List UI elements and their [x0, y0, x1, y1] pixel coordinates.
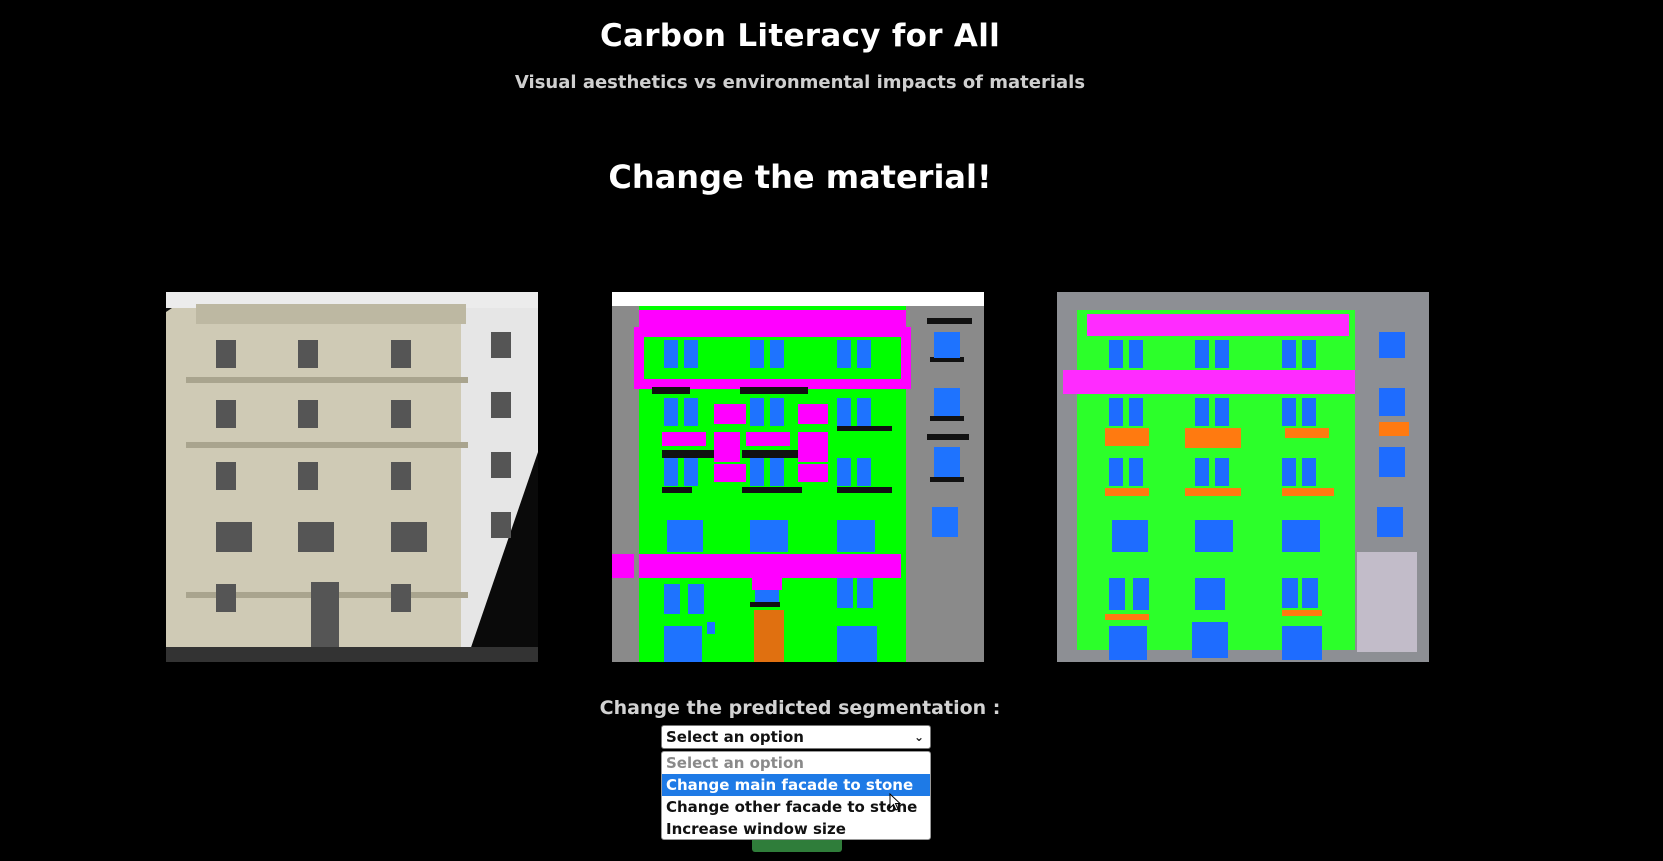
chevron-down-icon: ⌄ [913, 730, 924, 744]
mouse-cursor-icon [889, 793, 902, 811]
option-placeholder[interactable]: Select an option [662, 752, 930, 774]
generated-facade [1057, 292, 1429, 662]
option-increase-window-size[interactable]: Increase window size [662, 818, 930, 839]
original-facade-photo [166, 292, 538, 662]
section-heading: Change the material! [608, 158, 992, 196]
segmentation-map [612, 292, 984, 662]
app-subtitle: Visual aesthetics vs environmental impac… [514, 72, 1086, 93]
segmentation-label: Change the predicted segmentation : [599, 697, 1001, 719]
segmentation-select[interactable]: Select an option ⌄ [661, 725, 931, 749]
select-value: Select an option [666, 728, 804, 746]
app-title: Carbon Literacy for All [599, 18, 1001, 54]
submit-button[interactable] [752, 840, 842, 852]
